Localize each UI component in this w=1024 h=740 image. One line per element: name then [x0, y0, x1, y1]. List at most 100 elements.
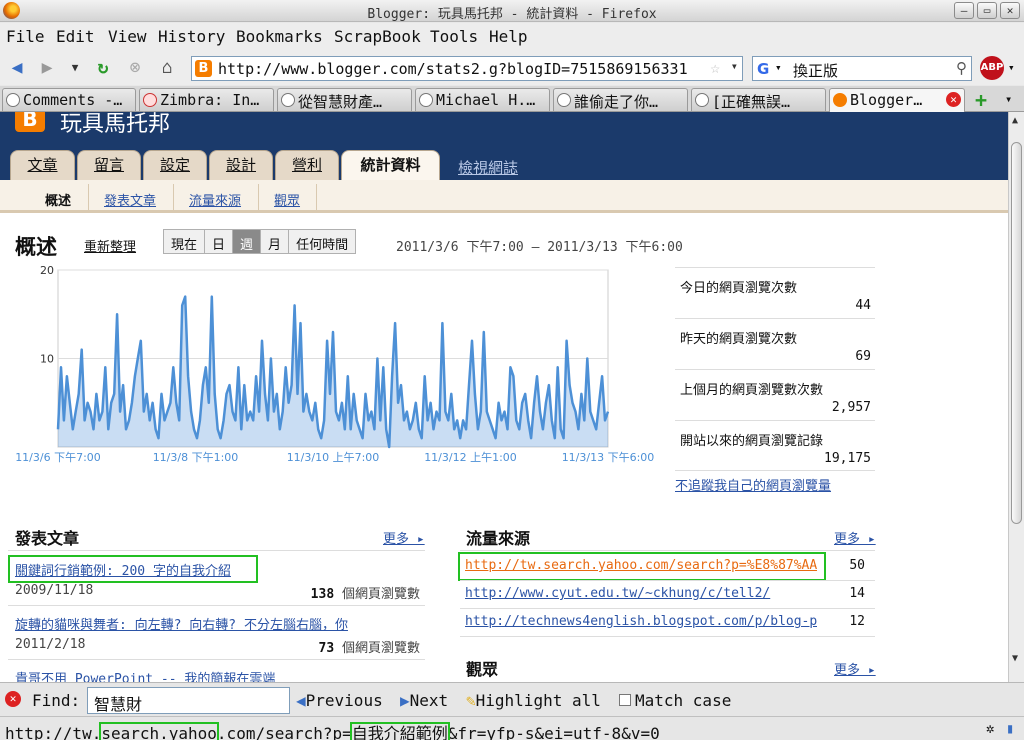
find-bar: ✕ Find: 智慧財 ◀Previous ▶Next ✎Highlight a…: [0, 682, 1024, 716]
find-label: Find:: [32, 691, 81, 710]
stop-icon[interactable]: ⊗: [124, 57, 146, 79]
scroll-up-icon[interactable]: ▲: [1012, 115, 1018, 126]
tab-zimbra[interactable]: Zimbra: In…: [139, 88, 274, 111]
post-view-count: 73: [318, 641, 335, 656]
reload-icon[interactable]: ↻: [92, 57, 114, 79]
menu-view[interactable]: View: [108, 27, 147, 46]
status-url-part: &fr=yfp-s&ei=utf-8&v=0: [447, 724, 660, 740]
tab-monetize[interactable]: 營利: [275, 150, 339, 180]
bookmark-star-icon[interactable]: ☆: [710, 58, 720, 77]
search-input[interactable]: 換正版: [793, 60, 838, 81]
post-date: 2009/11/18: [15, 583, 94, 598]
vertical-scrollbar[interactable]: ▲ ▼: [1008, 112, 1024, 682]
traffic-count: 12: [849, 614, 865, 629]
tab-comments-blog[interactable]: 留言: [77, 150, 141, 180]
subtab-posts[interactable]: 發表文章: [104, 190, 156, 209]
google-engine-icon[interactable]: G: [757, 60, 773, 78]
scroll-down-icon[interactable]: ▼: [1012, 653, 1018, 664]
subtab-overview[interactable]: 概述: [45, 190, 71, 209]
menu-history[interactable]: History: [158, 27, 225, 46]
range-day[interactable]: 日: [205, 230, 234, 253]
tab-label: Zimbra: In…: [160, 91, 260, 109]
range-week[interactable]: 週: [233, 230, 262, 253]
tab-favicon-icon: [6, 93, 20, 107]
range-all-time[interactable]: 任何時間: [289, 230, 355, 253]
forward-arrow-icon[interactable]: ▶: [36, 57, 58, 79]
bug-icon[interactable]: ✲: [986, 721, 994, 737]
new-tab-icon[interactable]: +: [975, 88, 987, 112]
subtab-audience[interactable]: 觀眾: [274, 190, 300, 209]
search-icon[interactable]: ⚲: [956, 59, 967, 77]
x-tick-label: 11/3/6 下午7:00: [15, 451, 101, 464]
tab-label: [正確無誤…: [712, 93, 791, 111]
post-view-unit: 個網頁瀏覽數: [341, 587, 420, 602]
menu-bookmarks[interactable]: Bookmarks: [236, 27, 323, 46]
tab-label: 誰偷走了你…: [574, 93, 659, 111]
post-view-count: 138: [310, 587, 335, 602]
tab-design[interactable]: 設計: [209, 150, 273, 180]
traffic-source-link[interactable]: http://technews4english.blogspot.com/p/b…: [465, 614, 817, 629]
stat-value: 19,175: [824, 451, 871, 466]
adblock-dropdown-icon[interactable]: ▾: [1008, 61, 1015, 74]
post-link[interactable]: 貴哥不用 PowerPoint -- 我的簡報在雲端: [15, 668, 275, 682]
match-case-label[interactable]: Match case: [635, 691, 731, 710]
tab-settings[interactable]: 設定: [143, 150, 207, 180]
find-previous-button[interactable]: ◀Previous: [296, 691, 383, 710]
home-icon[interactable]: ⌂: [156, 57, 178, 79]
dont-track-link[interactable]: 不追蹤我自己的網頁瀏覽量: [675, 475, 831, 494]
find-next-button[interactable]: ▶Next: [400, 691, 448, 710]
zimbra-favicon-icon: [143, 93, 157, 107]
tab-stats[interactable]: 統計資料: [341, 150, 440, 181]
url-dropdown-icon[interactable]: ▾: [731, 59, 738, 73]
tab-correct[interactable]: [正確無誤…: [691, 88, 826, 111]
close-tab-icon[interactable]: ✕: [946, 92, 961, 107]
view-blog-link[interactable]: 檢視網誌: [458, 157, 518, 178]
menu-help[interactable]: Help: [489, 27, 528, 46]
minimize-button[interactable]: –: [954, 2, 974, 19]
stat-label: 上個月的網頁瀏覽數次數: [680, 383, 824, 398]
back-arrow-icon[interactable]: ◀: [6, 57, 28, 79]
audience-more-link[interactable]: 更多 ▸: [834, 659, 876, 678]
tab-michael[interactable]: Michael H.…: [415, 88, 550, 111]
blogger-header: B 玩具馬托邦 文章 留言 設定 設計 營利 統計資料 檢視網誌: [0, 112, 1008, 181]
subtab-traffic[interactable]: 流量來源: [189, 190, 241, 209]
tab-comments[interactable]: Comments -…: [2, 88, 136, 111]
range-month[interactable]: 月: [261, 230, 290, 253]
history-dropdown-icon[interactable]: ▼: [64, 57, 86, 79]
scroll-thumb[interactable]: [1011, 142, 1022, 524]
tab-favicon-icon: [695, 93, 709, 107]
traffic-more-link[interactable]: 更多 ▸: [834, 528, 876, 547]
tab-favicon-icon: [557, 93, 571, 107]
tab-posts[interactable]: 文章: [10, 150, 75, 180]
url-bar[interactable]: B http://www.blogger.com/stats2.g?blogID…: [191, 56, 743, 81]
posts-more-link[interactable]: 更多 ▸: [383, 528, 425, 547]
menu-tools[interactable]: Tools: [430, 27, 478, 46]
close-window-button[interactable]: ✕: [1000, 2, 1020, 19]
tab-ip[interactable]: 從智慧財產…: [277, 88, 412, 111]
traffic-source-link[interactable]: http://tw.search.yahoo.com/search?p=%E8%…: [465, 558, 817, 573]
stat-label: 開站以來的網頁瀏覽記錄: [680, 434, 824, 449]
tab-blogger-active[interactable]: Blogger… ✕: [829, 88, 965, 112]
window-resize-icon: ▮: [1006, 721, 1015, 737]
menu-edit[interactable]: Edit: [56, 27, 95, 46]
adblock-icon[interactable]: ABP: [980, 56, 1004, 80]
post-link[interactable]: 旋轉的貓咪與舞者: 向左轉? 向右轉? 不分左腦右腦，你: [15, 614, 348, 633]
tab-who-stole[interactable]: 誰偷走了你…: [553, 88, 688, 111]
engine-dropdown-icon[interactable]: ▾: [775, 61, 782, 74]
traffic-source-link[interactable]: http://www.cyut.edu.tw/~ckhung/c/tell2/: [465, 586, 817, 601]
menu-scrapbook[interactable]: ScrapBook: [334, 27, 421, 46]
url-text[interactable]: http://www.blogger.com/stats2.g?blogID=7…: [218, 60, 698, 78]
match-case-checkbox[interactable]: [619, 694, 631, 706]
refresh-link[interactable]: 重新整理: [84, 236, 136, 255]
post-link[interactable]: 關鍵詞行銷範例: 200 字的自我介紹: [15, 560, 231, 579]
stat-yesterday: 昨天的網頁瀏覽次數 69: [675, 318, 875, 369]
maximize-button[interactable]: ▭: [977, 2, 997, 19]
highlight-all-button[interactable]: ✎Highlight all: [466, 691, 601, 710]
find-input[interactable]: 智慧財: [87, 687, 290, 714]
stat-value: 44: [855, 298, 871, 313]
range-now[interactable]: 現在: [164, 230, 206, 253]
tab-list-dropdown-icon[interactable]: ▾: [1005, 92, 1012, 106]
search-bar[interactable]: G ▾ 換正版 ⚲: [752, 56, 972, 81]
menu-file[interactable]: File: [6, 27, 45, 46]
close-find-icon[interactable]: ✕: [5, 691, 21, 707]
